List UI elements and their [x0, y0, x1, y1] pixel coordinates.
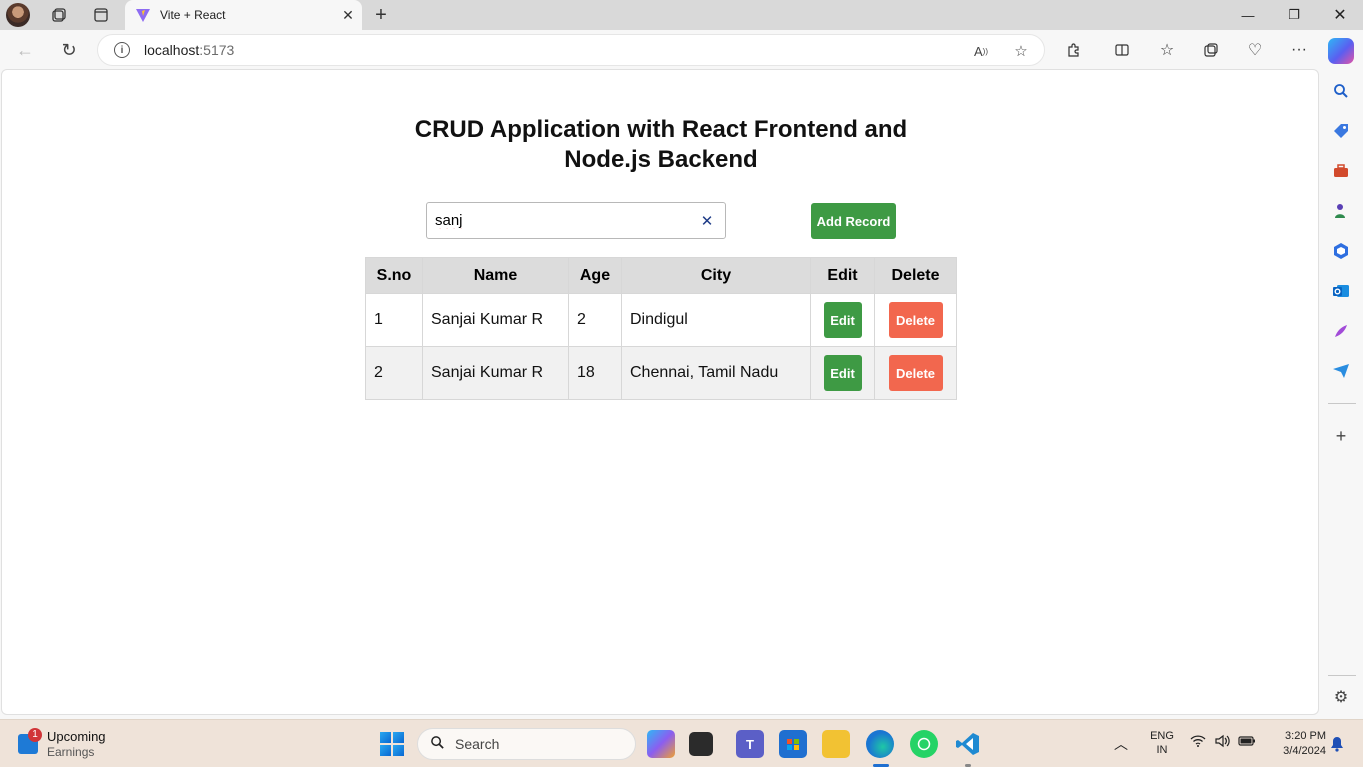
- page-viewport: CRUD Application with React Frontend and…: [1, 69, 1319, 715]
- table-header-row: S.no Name Age City Edit Delete: [365, 257, 957, 294]
- search-icon: [430, 735, 445, 754]
- start-button[interactable]: [380, 732, 404, 756]
- search-label: Search: [455, 736, 500, 752]
- table-row: 1 Sanjai Kumar R 2 Dindigul Edit Delete: [365, 293, 957, 347]
- chevron-up-icon[interactable]: ︿: [1114, 734, 1128, 754]
- shopping-tag-icon[interactable]: [1330, 120, 1352, 142]
- page-title: CRUD Application with React Frontend and…: [414, 116, 908, 173]
- delete-button[interactable]: Delete: [888, 302, 943, 338]
- browser-tab-bar: Vite + React ✕ + — ❐ ✕: [0, 0, 1363, 30]
- search-box: ✕: [426, 202, 726, 239]
- header-sno: S.no: [365, 257, 423, 294]
- browser-essentials-icon[interactable]: ♡: [1243, 38, 1267, 62]
- table-row: 2 Sanjai Kumar R 18 Chennai, Tamil Nadu …: [365, 346, 957, 400]
- volume-icon[interactable]: [1214, 734, 1230, 751]
- header-city: City: [621, 257, 811, 294]
- cell-age: 18: [568, 346, 622, 400]
- cell-delete: Delete: [874, 293, 957, 347]
- search-icon[interactable]: [1330, 80, 1352, 102]
- clock[interactable]: 3:20 PM 3/4/2024: [1266, 729, 1326, 759]
- edge-sidebar: + ⚙: [1320, 69, 1363, 717]
- favorites-icon[interactable]: ☆: [1155, 38, 1179, 62]
- header-delete: Delete: [874, 257, 957, 294]
- copilot-icon[interactable]: [1328, 38, 1354, 64]
- close-window-icon[interactable]: ✕: [1317, 0, 1363, 30]
- extensions-icon[interactable]: [1062, 38, 1086, 62]
- delete-button[interactable]: Delete: [888, 355, 943, 391]
- new-tab-icon[interactable]: +: [369, 3, 393, 27]
- favorite-star-icon[interactable]: ☆: [1011, 41, 1031, 61]
- search-input[interactable]: [427, 203, 687, 238]
- vite-logo-icon: [136, 9, 150, 22]
- cell-city: Chennai, Tamil Nadu: [621, 346, 811, 400]
- profile-avatar[interactable]: [6, 3, 30, 27]
- terminal-app-icon[interactable]: [689, 732, 713, 756]
- browser-toolbar: ← ↻ i localhost:5173 A)) ☆ ☆ ♡ ···: [0, 30, 1363, 69]
- site-info-icon[interactable]: i: [114, 42, 130, 58]
- taskbar-search[interactable]: Search: [417, 728, 636, 760]
- cell-name: Sanjai Kumar R: [422, 293, 569, 347]
- close-tab-icon[interactable]: ✕: [338, 5, 358, 25]
- designer-icon[interactable]: [1330, 320, 1352, 342]
- tab-title: Vite + React: [160, 8, 226, 22]
- microsoft-365-icon[interactable]: [1330, 240, 1352, 262]
- language-indicator[interactable]: ENG IN: [1148, 729, 1176, 757]
- read-aloud-icon[interactable]: A)): [971, 41, 991, 61]
- restore-icon[interactable]: ❐: [1271, 0, 1317, 30]
- vertical-tabs-icon[interactable]: [89, 3, 113, 27]
- widget-subtitle: Earnings: [47, 745, 95, 759]
- cell-name: Sanjai Kumar R: [422, 346, 569, 400]
- windows-taskbar: 1 Upcoming Earnings Search T ︿ ENG IN 3:2…: [0, 719, 1363, 767]
- outlook-icon[interactable]: [1330, 280, 1352, 302]
- widget-title: Upcoming: [47, 729, 106, 744]
- records-table: S.no Name Age City Edit Delete 1 Sanjai …: [365, 257, 957, 400]
- edit-button[interactable]: Edit: [823, 355, 862, 391]
- workspaces-icon[interactable]: [47, 3, 71, 27]
- collections-icon[interactable]: [1199, 38, 1223, 62]
- file-explorer-app-icon[interactable]: [822, 730, 850, 758]
- cell-city: Dindigul: [621, 293, 811, 347]
- tools-icon[interactable]: [1330, 160, 1352, 182]
- notification-bell-icon[interactable]: [1330, 736, 1344, 755]
- cell-edit: Edit: [810, 346, 875, 400]
- cell-sno: 2: [365, 346, 423, 400]
- notification-badge: 1: [28, 728, 42, 742]
- refresh-icon[interactable]: ↻: [56, 37, 82, 63]
- cell-edit: Edit: [810, 293, 875, 347]
- header-edit: Edit: [810, 257, 875, 294]
- battery-icon[interactable]: [1238, 734, 1256, 751]
- games-icon[interactable]: [1330, 200, 1352, 222]
- more-options-icon[interactable]: ···: [1287, 38, 1311, 62]
- edit-button[interactable]: Edit: [823, 302, 862, 338]
- split-screen-icon[interactable]: [1110, 38, 1134, 62]
- store-app-icon[interactable]: [779, 730, 807, 758]
- back-icon[interactable]: ←: [12, 37, 38, 63]
- cell-sno: 1: [365, 293, 423, 347]
- tab-vite-react[interactable]: Vite + React ✕: [125, 0, 362, 30]
- address-bar[interactable]: i localhost:5173 A)) ☆: [97, 34, 1045, 66]
- header-name: Name: [422, 257, 569, 294]
- cell-delete: Delete: [874, 346, 957, 400]
- teams-app-icon[interactable]: T: [736, 730, 764, 758]
- weather-widget[interactable]: 1 Upcoming Earnings: [16, 728, 156, 760]
- add-sidebar-app-icon[interactable]: +: [1330, 425, 1352, 447]
- cell-age: 2: [568, 293, 622, 347]
- url-text[interactable]: localhost:5173: [144, 42, 234, 58]
- header-age: Age: [568, 257, 622, 294]
- edge-app-icon[interactable]: [866, 730, 894, 758]
- vscode-app-icon[interactable]: [954, 730, 982, 758]
- whatsapp-app-icon[interactable]: [910, 730, 938, 758]
- drop-send-icon[interactable]: [1330, 360, 1352, 382]
- wifi-icon[interactable]: [1190, 734, 1206, 751]
- sidebar-divider: [1328, 675, 1356, 676]
- minimize-icon[interactable]: —: [1225, 0, 1271, 30]
- add-record-button[interactable]: Add Record: [811, 203, 896, 239]
- sidebar-divider: [1328, 403, 1356, 404]
- copilot-app-icon[interactable]: [647, 730, 675, 758]
- sidebar-settings-icon[interactable]: ⚙: [1330, 686, 1352, 708]
- clear-search-icon[interactable]: ✕: [698, 212, 716, 230]
